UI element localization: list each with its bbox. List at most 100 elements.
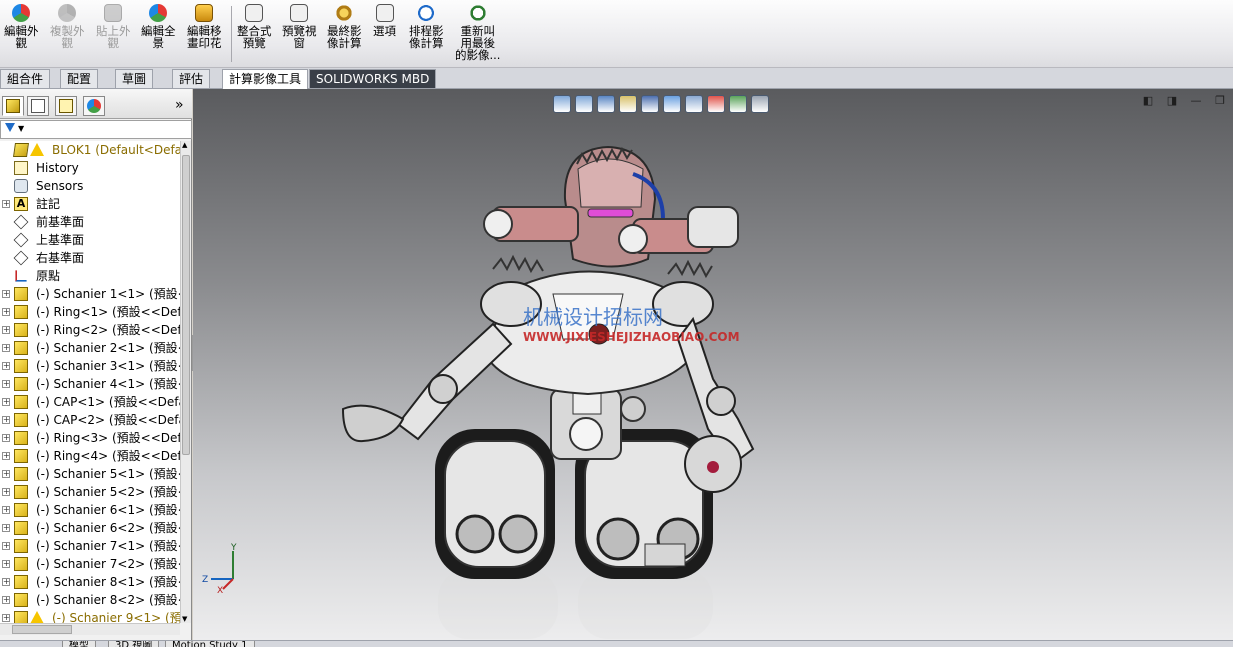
- sensors-icon: [14, 179, 28, 193]
- tree-item[interactable]: + (-) Ring<4> (預設<<Defa: [0, 447, 180, 465]
- feature-manager-tab[interactable]: [2, 96, 24, 116]
- scroll-thumb[interactable]: [182, 155, 190, 455]
- tree-item[interactable]: + (-) Schanier 8<2> (預設<: [0, 591, 180, 609]
- recall-last-button[interactable]: 重新叫 用最後 的影像...: [455, 4, 500, 61]
- expand-toggle-icon[interactable]: +: [2, 344, 10, 352]
- integrated-preview-icon: [245, 4, 264, 22]
- expand-toggle-icon[interactable]: +: [2, 596, 10, 604]
- tab-6[interactable]: SOLIDWORKS MBD: [309, 69, 437, 88]
- expand-toggle-icon[interactable]: +: [2, 470, 10, 478]
- copy-appearance-icon: [58, 4, 77, 22]
- edit-appearance-button[interactable]: 編輯外 觀: [4, 4, 39, 49]
- tree-item[interactable]: + (-) Schanier 5<2> (預設<: [0, 483, 180, 501]
- expand-toggle-icon[interactable]: +: [2, 434, 10, 442]
- bottom-tab-3[interactable]: Motion Study 1: [165, 641, 255, 647]
- tree-item[interactable]: 前基準面: [0, 213, 180, 231]
- expand-toggle-icon[interactable]: +: [2, 560, 10, 568]
- expand-panel-icon[interactable]: »: [175, 97, 184, 113]
- tree-item-label: (-) Schanier 5<2> (預設<: [36, 485, 180, 499]
- paste-appearance-button[interactable]: 貼上外 觀: [96, 4, 131, 49]
- tree-item[interactable]: + (-) Schanier 4<1> (預設<: [0, 375, 180, 393]
- tree-item[interactable]: + (-) CAP<1> (預設<<Defa: [0, 393, 180, 411]
- expand-toggle-icon[interactable]: +: [2, 326, 10, 334]
- configuration-icon: [59, 99, 73, 113]
- edit-scene-button[interactable]: 編輯全 景: [141, 4, 176, 49]
- expand-toggle-icon[interactable]: +: [2, 290, 10, 298]
- tab-4[interactable]: 評估: [172, 69, 211, 88]
- copy-appearance-button[interactable]: 複製外 觀: [50, 4, 85, 49]
- tree-item[interactable]: + (-) Ring<2> (預設<<Defa: [0, 321, 180, 339]
- tree-filter[interactable]: ▼: [0, 120, 192, 139]
- right-arm: [676, 316, 755, 493]
- part-icon: [14, 467, 28, 481]
- schedule-render-button[interactable]: 排程影 像計算: [409, 4, 444, 49]
- robot-model[interactable]: 机械设计招标网 WWW.JIXIESHEJIZHAOBIAO.COM Y Z X: [193, 89, 1233, 640]
- assembly-icon: [13, 143, 29, 157]
- tree-item-label: History: [36, 161, 79, 175]
- tree-item[interactable]: + (-) Ring<3> (預設<<Defa: [0, 429, 180, 447]
- tree-item-label: 註記: [36, 197, 61, 211]
- part-icon: [14, 305, 28, 319]
- command-manager-ribbon: 編輯外 觀複製外 觀貼上外 觀編輯全 景編輯移 畫印花 整合式 預覽 預覽視 窗最終…: [0, 0, 1233, 68]
- tree-item[interactable]: + (-) Schanier 5<1> (預設<: [0, 465, 180, 483]
- tree-horizontal-scrollbar[interactable]: [0, 623, 180, 635]
- integrated-preview-button[interactable]: 整合式 預覽: [237, 4, 272, 49]
- expand-toggle-icon[interactable]: +: [2, 452, 10, 460]
- tree-item[interactable]: + (-) Schanier 7<1> (預設<: [0, 537, 180, 555]
- tree-item-label: 右基準面: [36, 251, 85, 265]
- expand-toggle-icon[interactable]: +: [2, 200, 10, 208]
- options-button[interactable]: 選項: [373, 4, 396, 37]
- tree-item[interactable]: 上基準面: [0, 231, 180, 249]
- expand-toggle-icon[interactable]: +: [2, 398, 10, 406]
- configuration-manager-tab[interactable]: [55, 96, 77, 116]
- tree-item[interactable]: + (-) Schanier 2<1> (預設<: [0, 339, 180, 357]
- expand-toggle-icon[interactable]: +: [2, 524, 10, 532]
- horizontal-scroll-thumb[interactable]: [12, 625, 72, 634]
- bottom-tab-1[interactable]: 模型: [62, 641, 96, 647]
- expand-toggle-icon[interactable]: +: [2, 488, 10, 496]
- watermark-url: WWW.JIXIESHEJIZHAOBIAO.COM: [523, 330, 740, 344]
- scroll-down-icon[interactable]: ▼: [182, 615, 187, 623]
- graphics-area[interactable]: ◧ ◨ — ❐ 机械设计招标网 WWW.JIXIESHEJIZHAOBIAO.C…: [193, 89, 1233, 640]
- tree-vertical-scrollbar[interactable]: ▲ ▼: [180, 141, 191, 623]
- tree-item[interactable]: + A 註記: [0, 195, 180, 213]
- bottom-tab-2[interactable]: 3D 視圖: [108, 641, 160, 647]
- tree-item[interactable]: + (-) Schanier 6<1> (預設<: [0, 501, 180, 519]
- tab-3[interactable]: 草圖: [115, 69, 154, 88]
- tree-item[interactable]: 原點: [0, 267, 180, 285]
- tree-item[interactable]: + (-) Schanier 6<2> (預設<: [0, 519, 180, 537]
- tree-item[interactable]: History: [0, 159, 180, 177]
- tree-item[interactable]: + (-) Schanier 8<1> (預設<: [0, 573, 180, 591]
- tree-item-label: (-) CAP<1> (預設<<Defa: [36, 395, 180, 409]
- tab-5[interactable]: 計算影像工具: [222, 69, 309, 90]
- part-icon: [14, 521, 28, 535]
- tab-1[interactable]: 組合件: [0, 69, 51, 88]
- expand-toggle-icon[interactable]: +: [2, 542, 10, 550]
- scroll-up-icon[interactable]: ▲: [182, 141, 187, 149]
- expand-toggle-icon[interactable]: +: [2, 506, 10, 514]
- tree-item[interactable]: + (-) Ring<1> (預設<<Defa: [0, 303, 180, 321]
- expand-toggle-icon[interactable]: +: [2, 362, 10, 370]
- final-render-button[interactable]: 最終影 像計算: [327, 4, 362, 49]
- preview-window-button[interactable]: 預覽視 窗: [282, 4, 317, 49]
- expand-toggle-icon[interactable]: +: [2, 308, 10, 316]
- property-manager-tab[interactable]: [27, 96, 49, 116]
- tree-root-assembly[interactable]: BLOK1 (Default<Default_: [0, 141, 180, 159]
- tree-item[interactable]: + (-) Schanier 7<2> (預設<: [0, 555, 180, 573]
- filter-icon[interactable]: [5, 123, 15, 133]
- expand-toggle-icon[interactable]: +: [2, 578, 10, 586]
- display-manager-tab[interactable]: [83, 96, 105, 116]
- filter-dropdown-icon[interactable]: ▼: [18, 124, 24, 133]
- tree-item[interactable]: + (-) Schanier 9<1> (預設: [0, 609, 180, 623]
- tree-item[interactable]: + (-) Schanier 1<1> (預設<: [0, 285, 180, 303]
- expand-toggle-icon[interactable]: +: [2, 416, 10, 424]
- expand-toggle-icon[interactable]: +: [2, 380, 10, 388]
- tree-item[interactable]: + (-) Schanier 3<1> (預設<: [0, 357, 180, 375]
- expand-toggle-icon[interactable]: +: [2, 614, 10, 622]
- tree-item[interactable]: + (-) CAP<2> (預設<<Defa: [0, 411, 180, 429]
- final-render-icon: [335, 4, 354, 22]
- edit-decal-button[interactable]: 編輯移 畫印花: [187, 4, 222, 49]
- tree-item[interactable]: 右基準面: [0, 249, 180, 267]
- tree-item[interactable]: Sensors: [0, 177, 180, 195]
- tab-2[interactable]: 配置: [60, 69, 99, 88]
